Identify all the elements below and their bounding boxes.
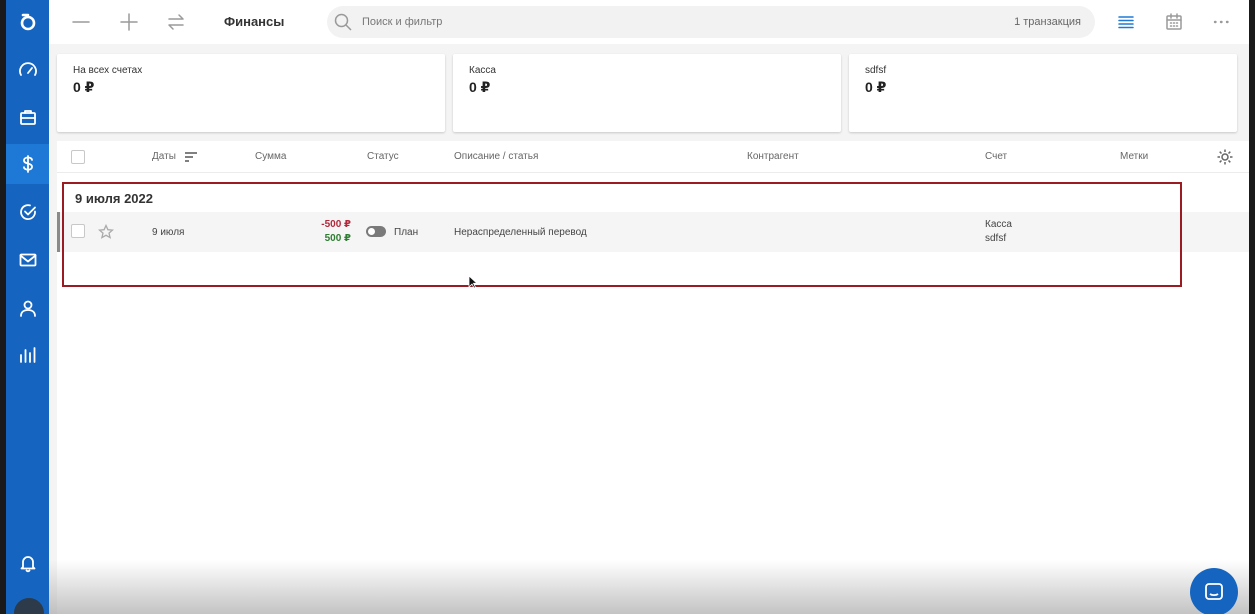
row-checkbox[interactable] <box>71 224 85 238</box>
card-value: 0 ₽ <box>73 79 95 95</box>
status-toggle[interactable] <box>366 226 386 237</box>
row-status: План <box>394 227 419 238</box>
page-title: Финансы <box>224 14 285 29</box>
right-edge <box>1249 0 1255 614</box>
column-description[interactable]: Описание / статья <box>454 151 538 162</box>
star-icon[interactable] <box>97 223 115 240</box>
transaction-count: 1 транзакция <box>1014 16 1081 28</box>
summary-card-sdfsf[interactable]: sdfsf 0 ₽ <box>849 54 1237 132</box>
top-bar: Финансы 1 транзакция <box>49 0 1249 44</box>
transfer-button[interactable] <box>162 8 190 36</box>
user-icon[interactable] <box>6 288 49 328</box>
card-label: sdfsf <box>865 65 887 76</box>
column-counterparty[interactable]: Контрагент <box>747 151 799 162</box>
group-date-heading: 9 июля 2022 <box>75 191 153 206</box>
select-all-checkbox[interactable] <box>71 150 85 164</box>
dollar-icon[interactable] <box>6 144 49 184</box>
bar-chart-icon[interactable] <box>6 335 49 375</box>
column-tags[interactable]: Метки <box>1120 151 1148 162</box>
card-value: 0 ₽ <box>865 79 887 95</box>
card-value: 0 ₽ <box>469 79 491 95</box>
transfer-arrows-icon <box>168 14 184 30</box>
avatar[interactable] <box>12 596 46 614</box>
more-button[interactable] <box>1207 8 1235 36</box>
mail-icon[interactable] <box>6 240 49 280</box>
summary-card-all-accounts[interactable]: На всех счетах 0 ₽ <box>57 54 445 132</box>
gear-icon[interactable] <box>1216 148 1234 166</box>
transactions-table: Даты Сумма Статус Описание / статья Конт… <box>57 141 1249 614</box>
table-row[interactable]: 9 июля -500 ₽ 500 ₽ План Нераспределенны… <box>57 212 1249 252</box>
main-content: На всех счетах 0 ₽ Касса 0 ₽ sdfsf 0 ₽ Д… <box>49 44 1249 614</box>
check-circle-icon[interactable] <box>6 192 49 232</box>
column-dates[interactable]: Даты <box>152 151 176 162</box>
add-transaction-button[interactable] <box>115 8 143 36</box>
row-date: 9 июля <box>152 227 185 238</box>
chat-button[interactable] <box>1190 568 1238 614</box>
search-bar[interactable]: 1 транзакция <box>327 6 1095 38</box>
card-label: Касса <box>469 65 496 76</box>
logo-icon[interactable] <box>6 2 49 42</box>
sort-icon[interactable] <box>184 150 198 162</box>
row-amount-in: 500 ₽ <box>324 233 351 244</box>
mouse-cursor-icon <box>468 275 479 289</box>
plus-icon <box>120 13 138 31</box>
row-account-from: Касса <box>985 219 1012 230</box>
search-input[interactable] <box>362 6 962 38</box>
chat-icon <box>1205 583 1223 600</box>
row-marker <box>57 212 60 252</box>
collapse-button[interactable] <box>67 8 95 36</box>
speedometer-icon[interactable] <box>6 50 49 90</box>
bell-icon[interactable] <box>6 543 49 583</box>
list-view-button[interactable] <box>1112 8 1140 36</box>
calendar-icon <box>1166 13 1182 30</box>
more-dots-icon <box>1213 20 1229 24</box>
summary-card-kassa[interactable]: Касса 0 ₽ <box>453 54 841 132</box>
column-amount[interactable]: Сумма <box>255 151 286 162</box>
sidebar <box>6 0 49 614</box>
minus-icon <box>72 21 90 23</box>
column-account[interactable]: Счет <box>985 151 1007 162</box>
row-description: Нераспределенный перевод <box>454 227 587 238</box>
table-header: Даты Сумма Статус Описание / статья Конт… <box>57 141 1249 173</box>
list-icon <box>1118 16 1134 29</box>
card-label: На всех счетах <box>73 65 143 76</box>
calendar-view-button[interactable] <box>1160 8 1188 36</box>
briefcase-icon[interactable] <box>6 97 49 137</box>
row-amount-out: -500 ₽ <box>321 219 351 230</box>
column-status[interactable]: Статус <box>367 151 399 162</box>
search-icon <box>334 13 352 31</box>
row-account-to: sdfsf <box>985 233 1007 244</box>
